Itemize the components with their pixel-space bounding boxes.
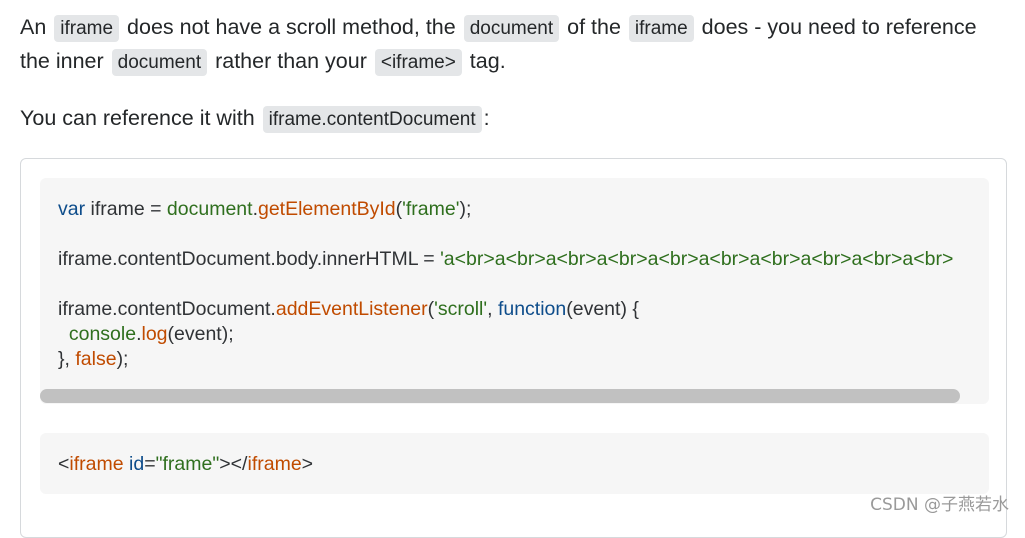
token-plain: ); [116,348,129,370]
token-plain: (event) { [566,298,639,320]
token-plain: (event); [167,323,234,345]
code-line-6: console.log(event); [58,322,234,347]
watermark: CSDN @子燕若水 [870,495,1009,515]
token-plain: }, [58,348,76,370]
token-builtin: document [166,198,253,220]
text: You can reference it with [20,106,261,130]
token-keyword: var [58,198,86,220]
token-string: 'frame' [402,198,460,220]
inline-code: document [463,15,560,42]
token-plain: , [487,298,498,320]
code-block-js[interactable]: var iframe = document.getElementById('fr… [40,178,989,404]
text: does not have a scroll method, the [121,15,462,39]
token-string: 'scroll' [434,298,488,320]
code-line-7: }, false); [58,347,128,372]
inline-code: <iframe> [374,49,462,76]
token-function: log [141,323,168,345]
token-plain: iframe.contentDocument.body.innerHTML = [58,248,441,270]
code-line-5: iframe.contentDocument.addEventListener (… [58,297,639,322]
code-line-3: iframe.contentDocument.body.innerHTML = … [58,247,953,272]
token-attr: id [129,453,145,475]
token-builtin: console [68,323,137,345]
token-punct: > [301,453,314,475]
code-line-1: <iframe id="frame"></iframe> [58,452,313,477]
horizontal-scrollbar[interactable] [40,389,960,403]
token-tag: iframe [247,453,302,475]
code-line-1: var iframe = document.getElementById('fr… [58,197,471,222]
text: : [483,106,490,130]
paragraph-1: An iframe does not have a scroll method,… [20,11,1009,79]
inline-code: document [111,49,208,76]
inline-code: iframe [54,15,120,42]
token-function: getElementById [257,198,396,220]
text: An [20,15,53,39]
inline-code: iframe [628,15,694,42]
token-tag: iframe [69,453,124,475]
paragraph-2: You can reference it with iframe.content… [20,102,1009,136]
token-punct: < [58,453,70,475]
token-plain: ); [459,198,472,220]
token-string: 'a<br>a<br>a<br>a<br>a<br>a<br>a<br>a<br… [440,248,954,270]
token-keyword: function [497,298,567,320]
text: tag. [463,49,506,73]
token-plain: iframe.contentDocument. [58,298,276,320]
token-plain: iframe = [85,198,167,220]
token-punct: = [144,453,156,475]
text: of the [561,15,627,39]
inline-code: iframe.contentDocument [262,106,482,133]
token-string: "frame" [155,453,220,475]
token-function: addEventListener [275,298,428,320]
text: rather than your [209,49,373,73]
code-block-html[interactable]: <iframe id="frame"></iframe> [40,433,989,494]
token-keyword: false [75,348,117,370]
token-punct: ></ [219,453,248,475]
